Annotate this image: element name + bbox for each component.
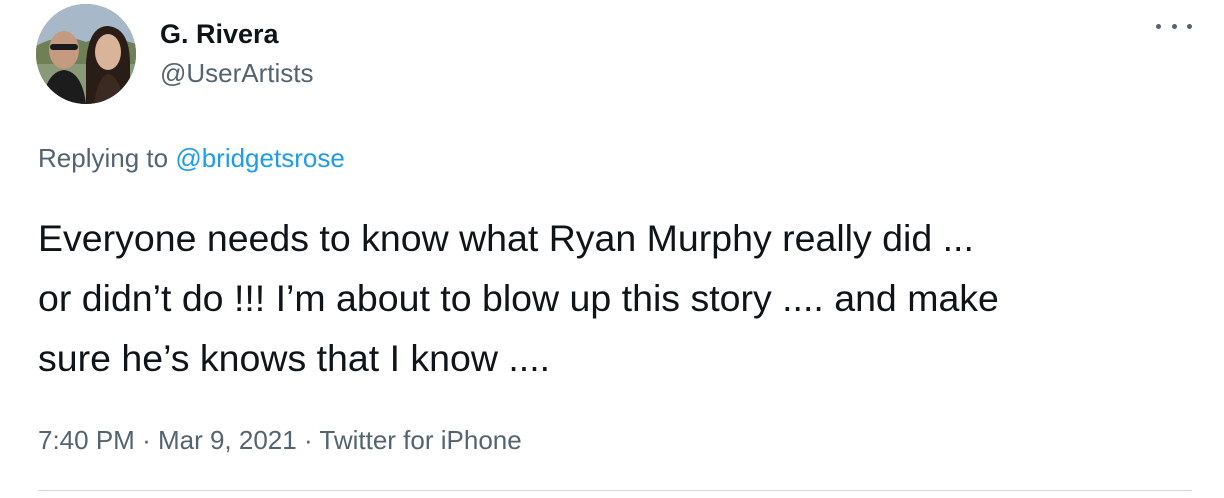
author-name[interactable]: G. Rivera — [160, 18, 279, 50]
tweet-line: or didn’t do !!! I’m about to blow up th… — [38, 277, 999, 319]
replying-to: Replying to @bridgetsrose — [38, 142, 345, 174]
tweet-time[interactable]: 7:40 PM — [38, 425, 135, 455]
tweet-line: sure he’s knows that I know .... — [38, 337, 551, 379]
tweet-line: Everyone needs to know what Ryan Murphy … — [38, 217, 974, 259]
meta-separator: · — [142, 425, 151, 455]
author-handle[interactable]: @UserArtists — [160, 57, 314, 89]
tweet-card: G. Rivera @UserArtists Replying to @brid… — [0, 0, 1224, 498]
tweet-text: Everyone needs to know what Ryan Murphy … — [38, 208, 1208, 388]
avatar-photo — [36, 4, 136, 104]
more-dot — [1156, 23, 1161, 29]
divider — [38, 490, 1192, 491]
more-dot — [1187, 23, 1192, 29]
replying-prefix: Replying to — [38, 143, 169, 173]
tweet-date[interactable]: Mar 9, 2021 — [158, 425, 297, 455]
tweet-source[interactable]: Twitter for iPhone — [319, 425, 521, 455]
tweet-meta: 7:40 PM · Mar 9, 2021 · Twitter for iPho… — [38, 424, 522, 456]
meta-separator: · — [303, 425, 313, 455]
reply-mention-link[interactable]: @bridgetsrose — [175, 143, 344, 173]
more-dot — [1171, 23, 1177, 29]
avatar[interactable] — [36, 4, 136, 104]
more-horizontal-icon[interactable] — [1156, 16, 1192, 36]
